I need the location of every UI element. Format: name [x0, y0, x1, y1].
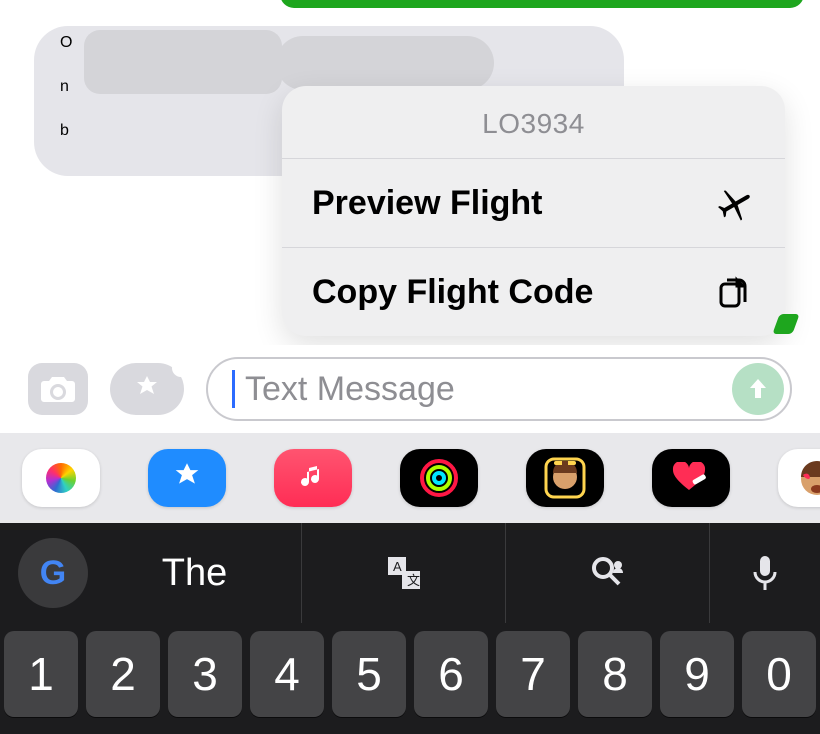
popover-item-label: Preview Flight — [312, 184, 543, 223]
message-text-line: b — [60, 122, 69, 140]
conversation-area: O n b LO3934 Preview Flight Copy Flight … — [0, 0, 820, 345]
redaction-block — [276, 36, 494, 90]
appstore-app-icon[interactable] — [148, 449, 226, 507]
preview-flight-item[interactable]: Preview Flight — [282, 159, 785, 248]
key-8[interactable]: 8 — [578, 631, 652, 717]
microphone-icon — [752, 554, 778, 592]
key-5[interactable]: 5 — [332, 631, 406, 717]
svg-text:A: A — [393, 559, 402, 574]
key-4[interactable]: 4 — [250, 631, 324, 717]
svg-text:文: 文 — [407, 573, 420, 588]
key-9[interactable]: 9 — [660, 631, 734, 717]
number-key-row: 1 2 3 4 5 6 7 8 9 0 — [0, 623, 820, 734]
camera-button[interactable] — [28, 363, 88, 415]
redaction-block — [84, 30, 282, 94]
camera-icon — [40, 375, 76, 403]
arrow-up-icon — [745, 376, 771, 402]
voice-input-button[interactable] — [710, 523, 820, 623]
search-person-icon — [589, 554, 627, 592]
input-placeholder: Text Message — [245, 370, 455, 409]
photos-app-icon[interactable] — [22, 449, 100, 507]
memoji-sticker-app-icon[interactable] — [778, 449, 820, 507]
message-text-line: n — [60, 78, 69, 96]
music-app-icon[interactable] — [274, 449, 352, 507]
popover-item-label: Copy Flight Code — [312, 273, 593, 312]
app-strip[interactable] — [0, 433, 820, 523]
airplane-icon — [711, 181, 755, 225]
apps-indicator — [172, 359, 190, 377]
key-6[interactable]: 6 — [414, 631, 488, 717]
key-7[interactable]: 7 — [496, 631, 570, 717]
suggestion-word[interactable]: The — [88, 523, 302, 623]
text-cursor — [232, 370, 235, 408]
search-button[interactable] — [506, 523, 710, 623]
translate-icon: A文 — [384, 553, 424, 593]
google-logo-icon: G — [40, 554, 66, 593]
suggestion-bar: G The A文 — [0, 523, 820, 623]
key-2[interactable]: 2 — [86, 631, 160, 717]
documents-icon — [711, 270, 755, 314]
apps-icon — [132, 374, 162, 404]
memoji-app-icon[interactable] — [526, 449, 604, 507]
google-search-button[interactable]: G — [18, 538, 88, 608]
data-detector-popover: LO3934 Preview Flight Copy Flight Code — [282, 86, 785, 336]
message-input[interactable]: Text Message — [206, 357, 792, 421]
suggestion-label: The — [162, 552, 227, 595]
key-0[interactable]: 0 — [742, 631, 816, 717]
send-button[interactable] — [732, 363, 784, 415]
sent-bubble-fragment — [280, 0, 804, 8]
message-text-line: O — [60, 34, 72, 52]
key-3[interactable]: 3 — [168, 631, 242, 717]
copy-flight-code-item[interactable]: Copy Flight Code — [282, 248, 785, 336]
health-app-icon[interactable] — [652, 449, 730, 507]
key-1[interactable]: 1 — [4, 631, 78, 717]
compose-bar: Text Message — [0, 345, 820, 433]
popover-title: LO3934 — [282, 86, 785, 159]
fitness-app-icon[interactable] — [400, 449, 478, 507]
translate-button[interactable]: A文 — [302, 523, 506, 623]
